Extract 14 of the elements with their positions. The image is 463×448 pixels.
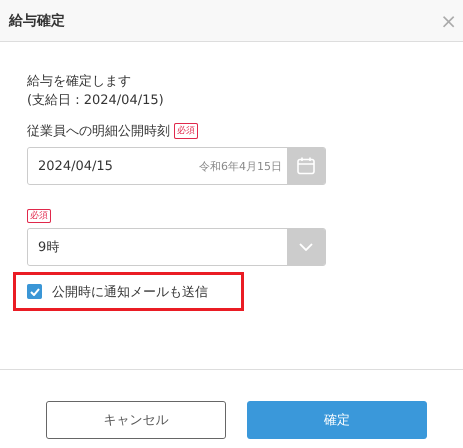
message-text: 給与を確定します <box>27 73 132 91</box>
field-label: 従業員への明細公開時刻 <box>27 123 170 140</box>
checkmark-icon <box>30 288 40 296</box>
required-badge: 必須 <box>174 123 198 139</box>
hour-select[interactable]: 9時 <box>27 228 326 266</box>
dialog-title: 給与確定 <box>9 12 65 30</box>
chevron-down-icon <box>299 243 313 251</box>
calendar-icon <box>296 156 316 176</box>
message-text: (支給日 : 2024/04/15) <box>27 92 165 110</box>
checkbox-label[interactable]: 公開時に通知メールも送信 <box>52 282 208 300</box>
checkbox[interactable] <box>27 284 42 299</box>
cancel-button[interactable]: キャンセル <box>46 401 226 439</box>
required-badge: 必須 <box>27 209 51 223</box>
date-field[interactable]: 2024/04/15 令和6年4月15日 <box>27 147 326 185</box>
